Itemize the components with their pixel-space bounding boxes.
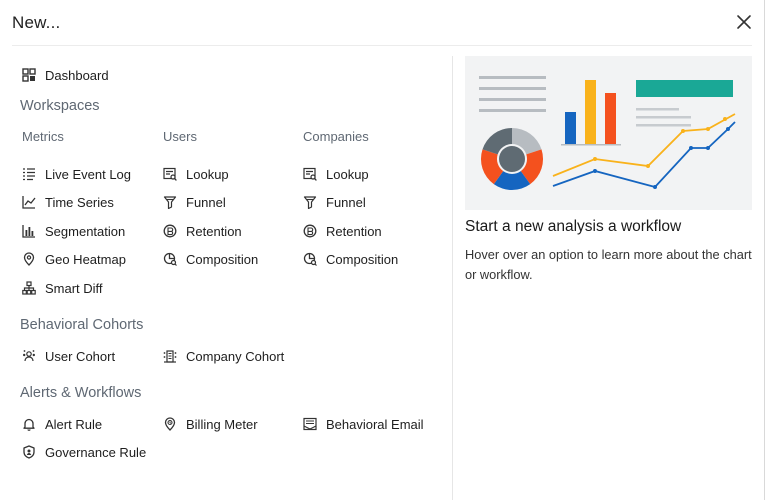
dialog-header: New... xyxy=(0,0,765,46)
dashboard-grid-icon xyxy=(22,68,36,82)
menu-item-label: Smart Diff xyxy=(45,280,103,296)
menu-item-dashboard[interactable]: Dashboard xyxy=(22,66,109,84)
menu-item-label: Retention xyxy=(186,223,242,239)
menu-item-label: Dashboard xyxy=(45,67,109,83)
menu-item-segmentation[interactable]: Segmentation xyxy=(22,222,125,240)
menu-item-companies-retention[interactable]: Retention xyxy=(303,222,382,240)
menu-item-label: Composition xyxy=(186,251,259,267)
menu-item-live-event-log[interactable]: Live Event Log xyxy=(22,165,131,183)
menu-item-users-composition[interactable]: Composition xyxy=(163,250,258,268)
menu-item-label: User Cohort xyxy=(45,348,116,364)
bell-icon xyxy=(22,417,36,431)
menu-item-label: Geo Heatmap xyxy=(45,251,126,267)
header-divider xyxy=(12,45,752,46)
column-heading-users: Users xyxy=(163,129,197,144)
composition-icon xyxy=(303,252,317,266)
geo-pin-icon xyxy=(22,252,36,266)
menu-item-label: Live Event Log xyxy=(45,166,132,182)
hierarchy-icon xyxy=(22,281,36,295)
menu-item-smart-diff[interactable]: Smart Diff xyxy=(22,279,103,297)
analytics-illustration xyxy=(465,56,752,210)
menu-item-label: Retention xyxy=(326,223,382,239)
menu-item-label: Segmentation xyxy=(45,223,126,239)
menu-item-label: Lookup xyxy=(326,166,369,182)
email-icon xyxy=(303,417,317,431)
analytics-illustration-graphic xyxy=(479,76,736,191)
menu-item-users-retention[interactable]: Retention xyxy=(163,222,242,240)
menu-item-geo-heatmap[interactable]: Geo Heatmap xyxy=(22,250,126,268)
menu-item-billing-meter[interactable]: Billing Meter xyxy=(163,415,258,433)
menu-item-users-funnel[interactable]: Funnel xyxy=(163,193,226,211)
lookup-icon xyxy=(163,167,177,181)
shield-icon xyxy=(22,445,36,459)
section-alerts-workflows: Alerts & Workflows xyxy=(20,385,142,401)
menu-item-label: Alert Rule xyxy=(45,416,103,432)
menu-item-label: Behavioral Email xyxy=(326,416,424,432)
user-cohort-icon xyxy=(22,349,36,363)
column-heading-metrics: Metrics xyxy=(22,129,64,144)
menu-item-time-series[interactable]: Time Series xyxy=(22,193,114,211)
lookup-icon xyxy=(303,167,317,181)
menu-item-label: Composition xyxy=(326,251,399,267)
retention-icon xyxy=(303,224,317,238)
panel-divider xyxy=(452,56,453,500)
panel-description: Hover over an option to learn more about… xyxy=(465,247,752,282)
menu-item-label: Governance Rule xyxy=(45,444,147,460)
menu-item-behavioral-email[interactable]: Behavioral Email xyxy=(303,415,424,433)
menu-item-label: Billing Meter xyxy=(186,416,258,432)
section-behavioral-cohorts: Behavioral Cohorts xyxy=(20,317,144,333)
menu-item-company-cohort[interactable]: Company Cohort xyxy=(163,347,284,365)
menu-item-governance-rule[interactable]: Governance Rule xyxy=(22,443,146,461)
menu-item-label: Funnel xyxy=(326,194,366,210)
menu-item-label: Lookup xyxy=(186,166,229,182)
billing-meter-icon xyxy=(163,417,177,431)
funnel-icon xyxy=(163,195,177,209)
menu-item-label: Funnel xyxy=(186,194,226,210)
new-dialog: New... Dashboard Workspaces Metrics User… xyxy=(0,0,765,500)
company-cohort-icon xyxy=(163,349,177,363)
panel-title: Start a new analysis a workflow xyxy=(465,218,682,235)
segmentation-icon xyxy=(22,224,36,238)
live-event-log-icon xyxy=(22,167,36,181)
menu-item-label: Time Series xyxy=(45,194,114,210)
retention-icon xyxy=(163,224,177,238)
dialog-title: New... xyxy=(12,13,61,32)
section-workspaces: Workspaces xyxy=(20,98,100,114)
column-heading-companies: Companies xyxy=(303,129,369,144)
menu-item-label: Company Cohort xyxy=(186,348,285,364)
menu-item-user-cohort[interactable]: User Cohort xyxy=(22,347,115,365)
close-button[interactable] xyxy=(734,12,754,32)
funnel-icon xyxy=(303,195,317,209)
time-series-icon xyxy=(22,195,36,209)
menu-item-users-lookup[interactable]: Lookup xyxy=(163,165,229,183)
menu-item-alert-rule[interactable]: Alert Rule xyxy=(22,415,102,433)
menu-item-companies-funnel[interactable]: Funnel xyxy=(303,193,366,211)
menu-item-companies-lookup[interactable]: Lookup xyxy=(303,165,369,183)
composition-icon xyxy=(163,252,177,266)
menu-item-companies-composition[interactable]: Composition xyxy=(303,250,398,268)
close-icon xyxy=(737,15,751,29)
